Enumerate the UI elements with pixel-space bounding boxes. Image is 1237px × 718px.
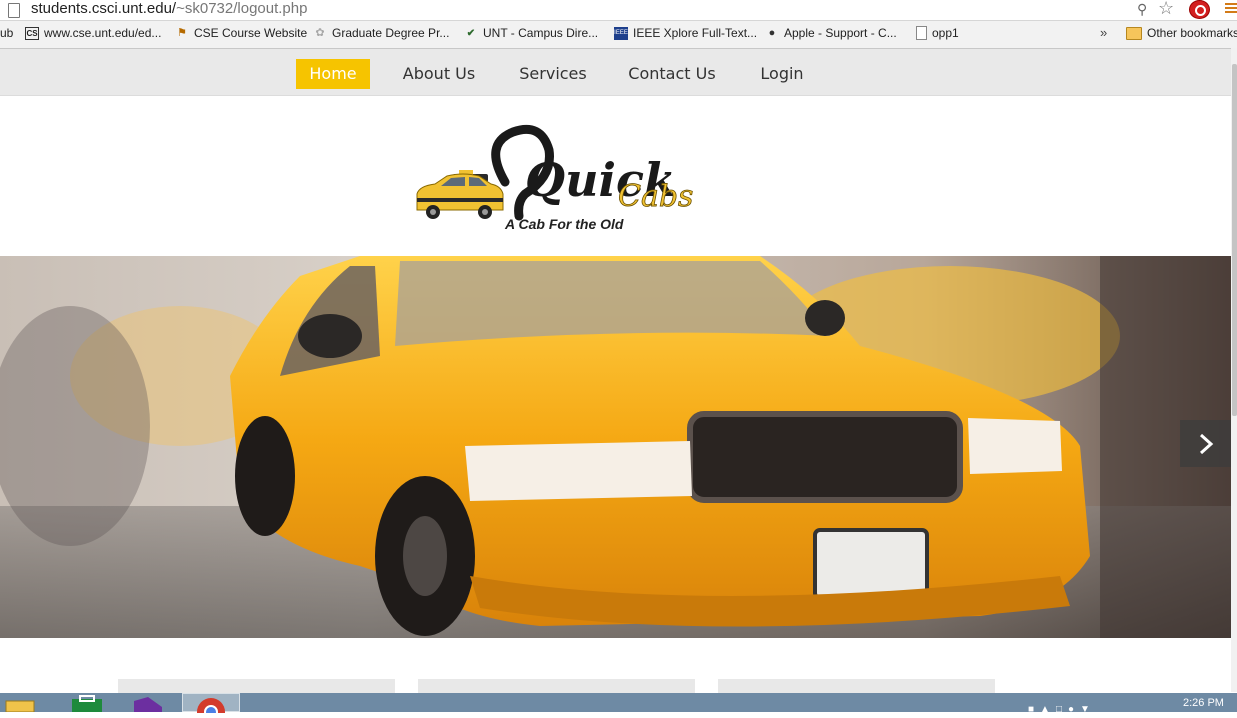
url-path: ~sk0732/logout.php bbox=[176, 0, 308, 17]
visual-studio-taskbar-button[interactable] bbox=[122, 693, 172, 712]
bookmark-star-icon[interactable]: ☆ bbox=[1158, 0, 1174, 19]
url-host: students.csci.unt.edu/ bbox=[31, 0, 177, 17]
address-bar[interactable]: students.csci.unt.edu/~sk0732/logout.php… bbox=[0, 0, 1237, 21]
chevron-right-icon bbox=[1199, 433, 1213, 454]
other-bookmarks-button[interactable]: Other bookmarks bbox=[1126, 26, 1237, 40]
store-taskbar-button[interactable] bbox=[62, 693, 112, 712]
folder-icon bbox=[1126, 26, 1142, 40]
chrome-taskbar-button[interactable] bbox=[182, 693, 240, 718]
folder-icon bbox=[5, 700, 35, 713]
bookmark-label: Graduate Degree Pr... bbox=[332, 26, 450, 40]
nav-login[interactable]: Login bbox=[755, 59, 809, 89]
cse-course-favicon-icon: ⚑ bbox=[177, 26, 187, 39]
site-navbar: Home About Us Services Contact Us Login bbox=[0, 49, 1231, 96]
page-icon bbox=[916, 26, 927, 40]
zoom-icon[interactable]: ⚲ bbox=[1137, 1, 1147, 18]
unt-favicon-icon: ✔ bbox=[466, 27, 476, 39]
bookmark-item[interactable]: ub bbox=[0, 26, 13, 40]
nav-services[interactable]: Services bbox=[516, 59, 590, 89]
bookmark-item[interactable]: ⚑ CSE Course Website bbox=[175, 26, 307, 40]
other-bookmarks-label: Other bookmarks bbox=[1147, 26, 1237, 40]
file-explorer-taskbar-button[interactable] bbox=[0, 693, 50, 713]
page-icon bbox=[8, 3, 20, 18]
ieee-favicon-icon: IEEE bbox=[614, 26, 628, 40]
bookmark-label: ub bbox=[0, 26, 14, 40]
logo-tagline: A Cab For the Old bbox=[505, 216, 624, 232]
taskbar-clock[interactable]: 2:26 PM bbox=[1183, 697, 1224, 709]
bookmarks-bar: ub CS www.cse.unt.edu/ed... ⚑ CSE Course… bbox=[0, 22, 1237, 46]
bookmark-item[interactable]: CS www.cse.unt.edu/ed... bbox=[25, 26, 161, 40]
system-tray-icons[interactable]: ■▲□●▼ bbox=[1028, 704, 1096, 715]
bookmark-item[interactable]: ● Apple - Support - C... bbox=[765, 26, 897, 40]
bookmark-item[interactable]: IEEE IEEE Xplore Full-Text... bbox=[614, 26, 757, 40]
store-bag-icon bbox=[72, 695, 102, 712]
bookmark-label: Apple - Support - C... bbox=[784, 26, 897, 40]
browser-menu-icon[interactable] bbox=[1225, 1, 1237, 15]
bookmark-label: opp1 bbox=[932, 26, 959, 40]
slider-next-button[interactable] bbox=[1180, 420, 1231, 467]
hero-taxi-image bbox=[0, 256, 1231, 638]
bookmark-item[interactable]: ✔ UNT - Campus Dire... bbox=[464, 26, 598, 40]
cse-favicon-icon: CS bbox=[25, 26, 39, 40]
visual-studio-icon bbox=[134, 697, 162, 712]
taxi-logo-icon bbox=[416, 170, 504, 219]
bookmark-label: www.cse.unt.edu/ed... bbox=[44, 26, 162, 40]
bookmark-item[interactable]: opp1 bbox=[916, 26, 959, 40]
bookmark-label: IEEE Xplore Full-Text... bbox=[633, 26, 758, 40]
nav-home[interactable]: Home bbox=[296, 59, 370, 89]
logo-cabs-text: Cabs bbox=[618, 179, 693, 214]
more-bookmarks-button[interactable]: » bbox=[1100, 25, 1107, 40]
apple-icon: ● bbox=[768, 26, 776, 39]
bookmark-item[interactable]: ✿ Graduate Degree Pr... bbox=[313, 26, 449, 40]
nav-about-us[interactable]: About Us bbox=[400, 59, 478, 89]
url-text[interactable]: students.csci.unt.edu/~sk0732/logout.php bbox=[31, 0, 307, 18]
graduate-favicon-icon: ✿ bbox=[315, 26, 325, 39]
scrollbar-thumb[interactable] bbox=[1232, 64, 1237, 416]
bookmark-label: UNT - Campus Dire... bbox=[483, 26, 599, 40]
nav-contact-us[interactable]: Contact Us bbox=[628, 59, 716, 89]
chrome-icon bbox=[197, 698, 225, 718]
bookmark-label: CSE Course Website bbox=[194, 26, 308, 40]
adblock-extension-icon[interactable] bbox=[1189, 0, 1210, 19]
